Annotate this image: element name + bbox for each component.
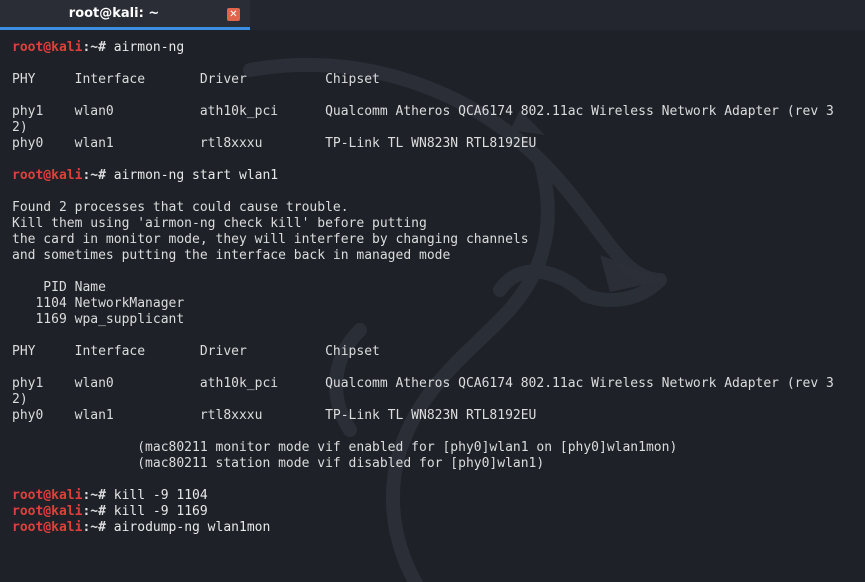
- prompt-user-host: root@kali: [12, 168, 83, 183]
- prompt-line: root@kali:~# airodump-ng wlan1mon: [12, 520, 860, 536]
- command-text: kill -9 1104: [113, 488, 208, 503]
- terminal-window: root@kali: ~ ✕ root@kali:~# airmon-ng PHY…: [0, 0, 865, 582]
- output-line: Found 2 processes that could cause troub…: [12, 200, 349, 215]
- output-line: the card in monitor mode, they will inte…: [12, 232, 529, 247]
- command-text: airmon-ng: [113, 40, 185, 55]
- output-line: 1104 NetworkManager: [12, 296, 185, 311]
- output-line: phy1 wlan0 ath10k_pci Qualcomm Atheros Q…: [12, 376, 834, 391]
- output-line: phy1 wlan0 ath10k_pci Qualcomm Atheros Q…: [12, 104, 834, 119]
- prompt-user-host: root@kali: [12, 504, 83, 519]
- prompt-line: root@kali:~# kill -9 1104: [12, 488, 860, 504]
- close-icon[interactable]: ✕: [227, 8, 240, 21]
- prompt-line: root@kali:~# airmon-ng: [12, 40, 860, 56]
- output-line: 1169 wpa_supplicant: [12, 312, 185, 327]
- output-line: 2): [12, 120, 28, 135]
- prompt-path: :~#: [82, 520, 114, 535]
- prompt-user-host: root@kali: [12, 520, 83, 535]
- tab-bar: root@kali: ~ ✕: [0, 0, 865, 30]
- output-line: (mac80211 station mode vif disabled for …: [12, 456, 545, 471]
- output-line: phy0 wlan1 rtl8xxxu TP-Link TL WN823N RT…: [12, 136, 537, 151]
- prompt-line: root@kali:~# kill -9 1169: [12, 504, 860, 520]
- terminal-output[interactable]: root@kali:~# airmon-ng PHY Interface Driv…: [12, 40, 860, 536]
- tab-title: root@kali: ~: [68, 6, 160, 21]
- prompt-line: root@kali:~# airmon-ng start wlan1: [12, 168, 860, 184]
- prompt-user-host: root@kali: [12, 40, 83, 55]
- prompt-path: :~#: [82, 488, 114, 503]
- output-line: Kill them using 'airmon-ng check kill' b…: [12, 216, 427, 231]
- prompt-user-host: root@kali: [12, 488, 83, 503]
- command-text: airodump-ng wlan1mon: [113, 520, 271, 535]
- output-line: (mac80211 monitor mode vif enabled for […: [12, 440, 678, 455]
- prompt-path: :~#: [82, 504, 114, 519]
- prompt-path: :~#: [82, 40, 114, 55]
- output-line: and sometimes putting the interface back…: [12, 248, 451, 263]
- prompt-path: :~#: [82, 168, 114, 183]
- output-line: phy0 wlan1 rtl8xxxu TP-Link TL WN823N RT…: [12, 408, 537, 423]
- tab-terminal[interactable]: root@kali: ~ ✕: [0, 0, 250, 30]
- output-line: PHY Interface Driver Chipset: [12, 344, 380, 359]
- output-line: 2): [12, 392, 28, 407]
- command-text: airmon-ng start wlan1: [113, 168, 279, 183]
- output-line: PHY Interface Driver Chipset: [12, 72, 380, 87]
- output-line: PID Name: [12, 280, 106, 295]
- command-text: kill -9 1169: [113, 504, 208, 519]
